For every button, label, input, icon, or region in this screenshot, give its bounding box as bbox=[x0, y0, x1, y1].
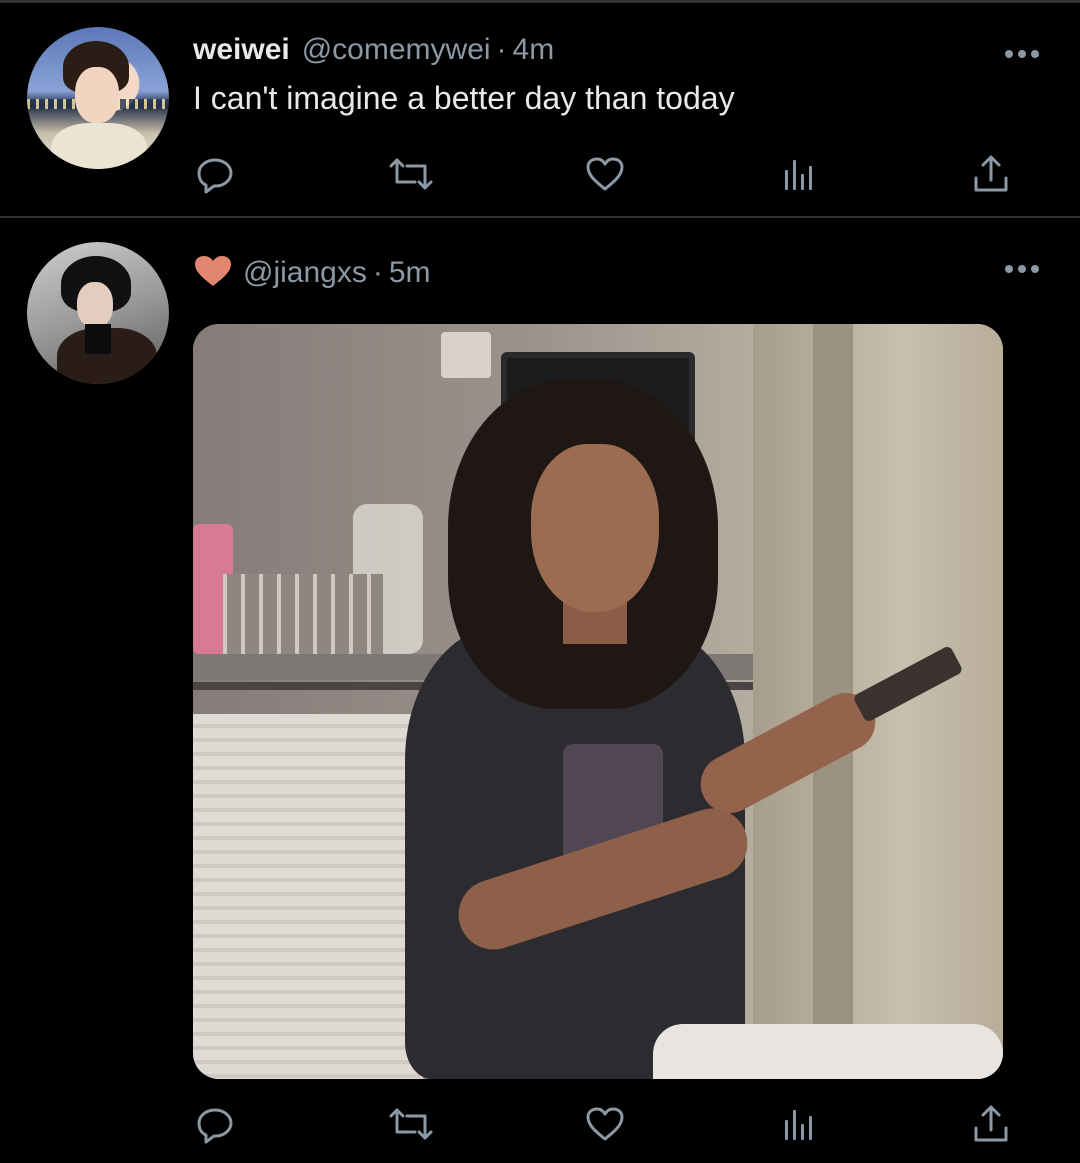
avatar[interactable] bbox=[27, 242, 169, 384]
reply-icon[interactable] bbox=[193, 152, 237, 196]
more-options-icon[interactable] bbox=[1004, 46, 1040, 58]
share-icon[interactable] bbox=[969, 152, 1013, 196]
tweet-header: @jiangxs · 5m bbox=[193, 248, 431, 290]
retweet-icon[interactable] bbox=[389, 1102, 433, 1146]
like-icon[interactable] bbox=[583, 152, 627, 196]
tweet-actions bbox=[193, 1102, 1013, 1146]
tweet-text: I can't imagine a better day than today bbox=[193, 80, 735, 116]
share-icon[interactable] bbox=[969, 1102, 1013, 1146]
avatar[interactable] bbox=[27, 27, 169, 169]
views-icon[interactable] bbox=[777, 1102, 821, 1146]
timestamp[interactable]: 5m bbox=[389, 256, 431, 290]
tweet-photo[interactable] bbox=[193, 324, 1003, 1079]
separator: · bbox=[372, 256, 383, 289]
separator: · bbox=[496, 33, 507, 66]
tweet-header: weiwei @comemywei · 4m bbox=[193, 33, 554, 67]
reply-icon[interactable] bbox=[193, 1102, 237, 1146]
like-icon[interactable] bbox=[583, 1102, 627, 1146]
tweet[interactable]: weiwei @comemywei · 4m I can't imagine a… bbox=[0, 0, 1080, 216]
more-options-icon[interactable] bbox=[1004, 261, 1040, 273]
tweet-actions bbox=[193, 152, 1013, 196]
retweet-icon[interactable] bbox=[389, 152, 433, 196]
user-handle[interactable]: @comemywei bbox=[302, 33, 491, 67]
views-icon[interactable] bbox=[777, 152, 821, 196]
timestamp[interactable]: 4m bbox=[513, 33, 555, 67]
display-name[interactable]: weiwei bbox=[193, 33, 290, 67]
heart-icon bbox=[193, 254, 233, 288]
user-handle[interactable]: @jiangxs bbox=[243, 256, 367, 290]
tweet[interactable]: @jiangxs · 5m bbox=[0, 218, 1080, 1163]
